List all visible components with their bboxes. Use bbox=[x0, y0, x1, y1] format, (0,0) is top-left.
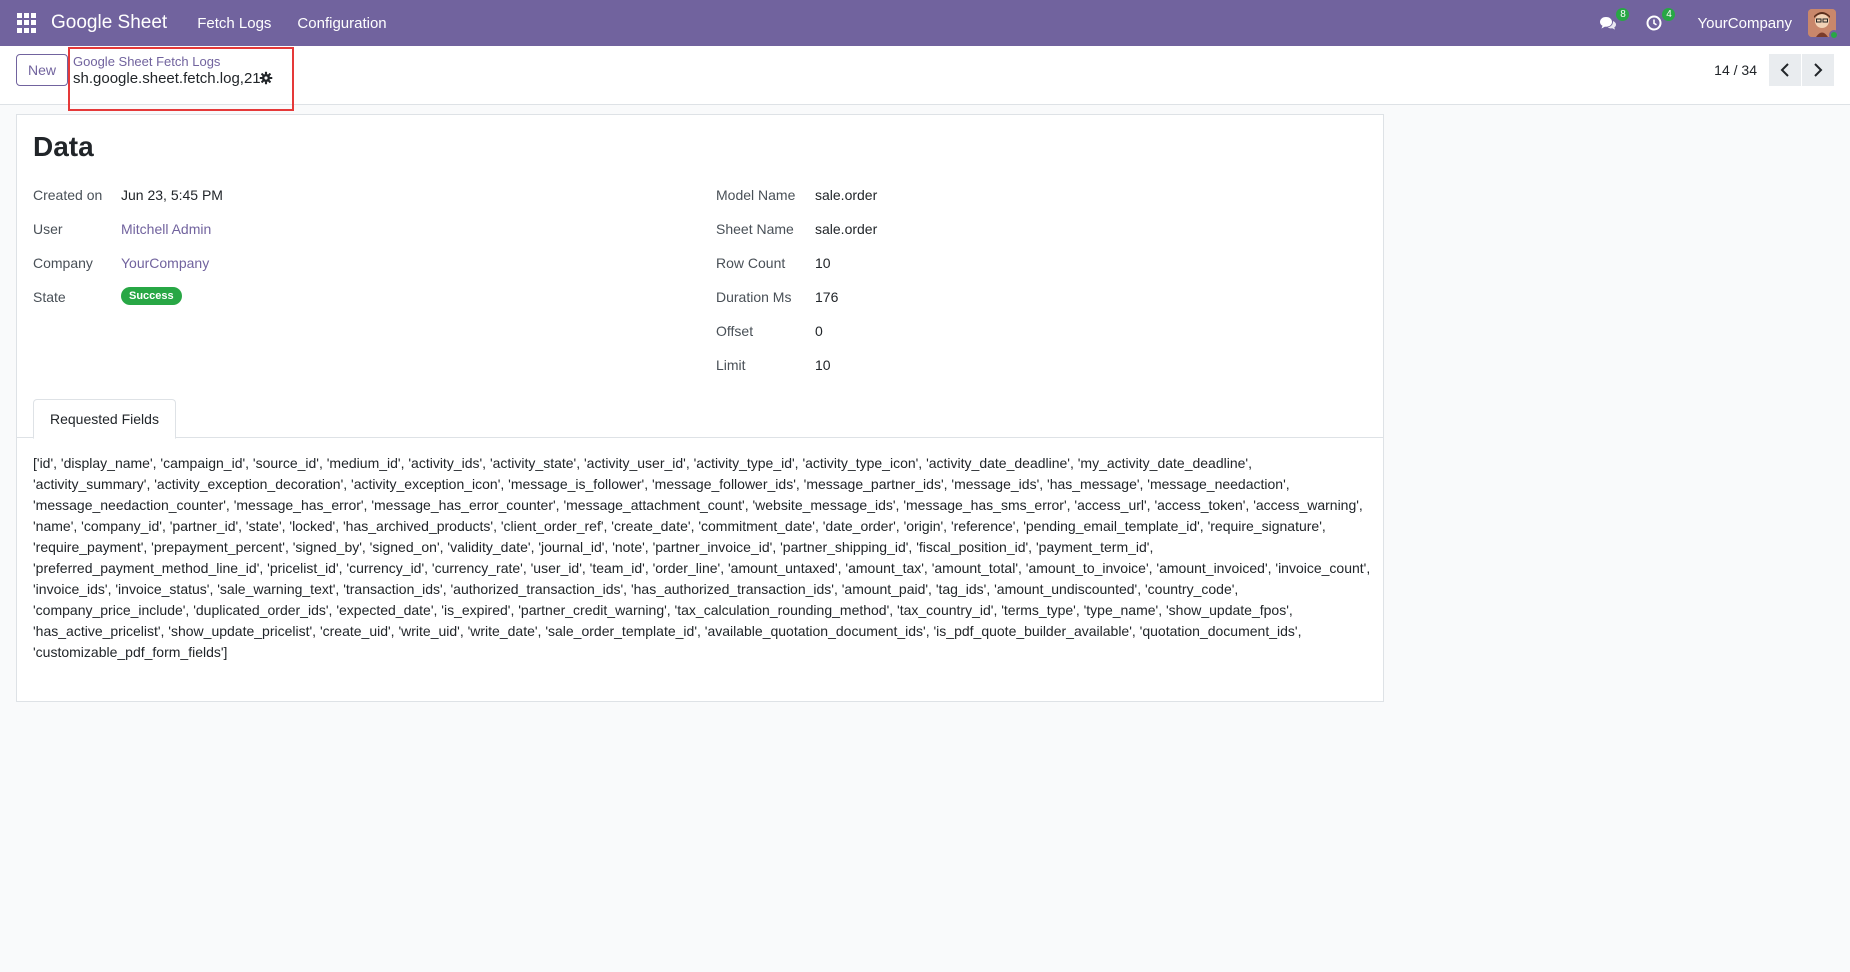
menu-fetch-logs[interactable]: Fetch Logs bbox=[197, 15, 271, 32]
top-navbar: Google Sheet Fetch Logs Configuration 8 … bbox=[0, 0, 1850, 46]
pager-next-button[interactable] bbox=[1802, 54, 1834, 86]
field-label-offset: Offset bbox=[716, 323, 754, 339]
record-name-heading: Data bbox=[33, 131, 94, 162]
field-value-limit: 10 bbox=[815, 357, 831, 373]
field-value-user-link[interactable]: Mitchell Admin bbox=[121, 221, 211, 237]
messages-count-badge: 8 bbox=[1616, 8, 1630, 21]
apps-menu-icon[interactable] bbox=[17, 13, 37, 33]
field-label-duration-ms: Duration Ms bbox=[716, 289, 792, 305]
field-value-sheet-name: sale.order bbox=[815, 221, 878, 237]
breadcrumb-link-fetch-logs[interactable]: Google Sheet Fetch Logs bbox=[73, 54, 220, 69]
messages-button[interactable]: 8 bbox=[1595, 8, 1630, 36]
field-value-model-name: sale.order bbox=[815, 187, 878, 203]
field-value-company-link[interactable]: YourCompany bbox=[121, 255, 209, 271]
pager-previous-button[interactable] bbox=[1769, 54, 1801, 86]
activities-button[interactable]: 4 bbox=[1641, 8, 1676, 36]
field-value-created-on: Jun 23, 5:45 PM bbox=[121, 187, 223, 203]
field-value-offset: 0 bbox=[815, 323, 823, 339]
field-label-limit: Limit bbox=[716, 357, 746, 373]
field-label-state: State bbox=[33, 289, 66, 305]
pager-value[interactable]: 14 / 34 bbox=[1714, 62, 1757, 78]
new-button[interactable]: New bbox=[16, 54, 68, 86]
field-label-sheet-name: Sheet Name bbox=[716, 221, 794, 237]
field-label-model-name: Model Name bbox=[716, 187, 796, 203]
navbar-systray: 8 4 YourCompany bbox=[1595, 0, 1850, 46]
tab-requested-fields[interactable]: Requested Fields bbox=[33, 399, 176, 439]
pager: 14 / 34 bbox=[1714, 54, 1834, 86]
field-label-row-count: Row Count bbox=[716, 255, 786, 271]
gear-icon[interactable] bbox=[259, 71, 273, 85]
app-brand[interactable]: Google Sheet bbox=[51, 12, 167, 34]
breadcrumb: Google Sheet Fetch Logs sh.google.sheet.… bbox=[68, 47, 294, 111]
field-value-duration-ms: 176 bbox=[815, 289, 839, 305]
chevron-left-icon bbox=[1780, 63, 1789, 77]
chat-icon bbox=[1600, 17, 1617, 30]
control-panel: New Google Sheet Fetch Logs sh.google.sh… bbox=[0, 46, 1850, 111]
menu-configuration[interactable]: Configuration bbox=[297, 15, 386, 32]
company-switcher[interactable]: YourCompany bbox=[1697, 15, 1792, 32]
clock-icon bbox=[1646, 15, 1662, 31]
notebook-tabs: Requested Fields bbox=[17, 399, 1383, 439]
chevron-right-icon bbox=[1814, 63, 1823, 77]
field-label-created-on: Created on bbox=[33, 187, 103, 203]
user-avatar[interactable] bbox=[1808, 9, 1839, 40]
field-label-company: Company bbox=[33, 255, 93, 271]
online-status-icon bbox=[1829, 30, 1839, 40]
field-label-user: User bbox=[33, 221, 63, 237]
record-title: sh.google.sheet.fetch.log,21 bbox=[73, 70, 261, 87]
field-value-row-count: 10 bbox=[815, 255, 831, 271]
form-sheet: Data Created on Jun 23, 5:45 PM User Mit… bbox=[16, 114, 1384, 702]
status-badge: Success bbox=[121, 287, 182, 305]
activities-count-badge: 4 bbox=[1662, 8, 1676, 21]
requested-fields-text: ['id', 'display_name', 'campaign_id', 's… bbox=[33, 455, 1371, 660]
